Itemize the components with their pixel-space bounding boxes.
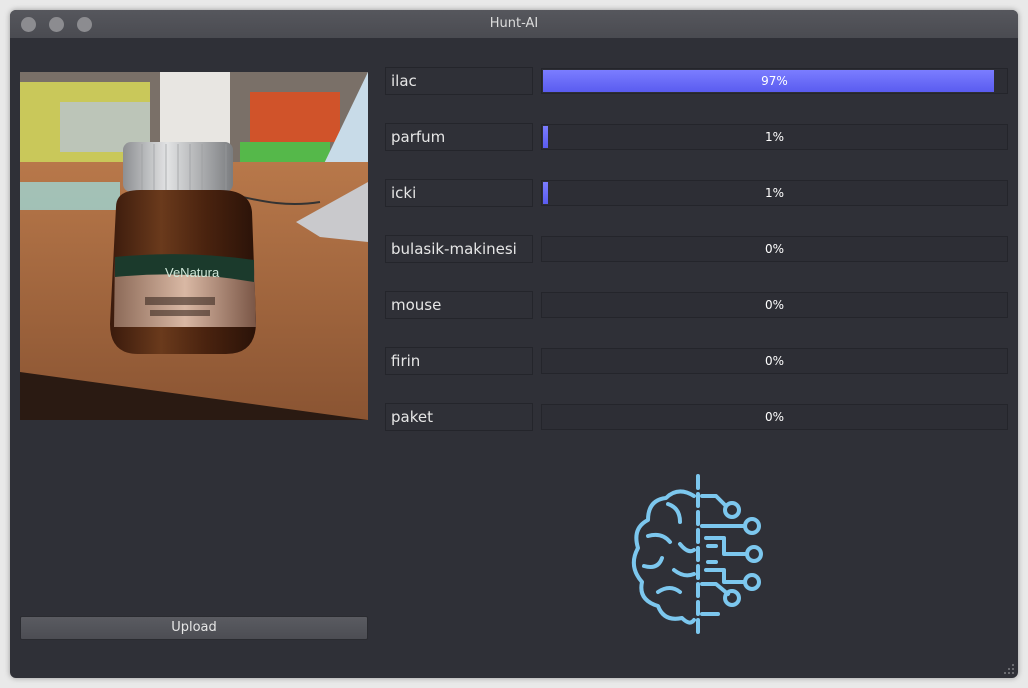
progress-percent: 1%	[764, 130, 785, 144]
prediction-label: mouse	[385, 291, 533, 319]
progress-percent: 0%	[764, 354, 785, 368]
uploaded-image: VeNatura	[20, 72, 368, 420]
progress-bar: 97%	[541, 68, 1008, 94]
prediction-label: firin	[385, 347, 533, 375]
app-window: Hunt-AI VeNatura ilac 97% parfum 1% icki…	[10, 10, 1018, 678]
resize-grip-icon[interactable]	[1003, 663, 1015, 675]
prediction-label: parfum	[385, 123, 533, 151]
progress-percent: 1%	[764, 186, 785, 200]
title-bar[interactable]: Hunt-AI	[10, 10, 1018, 38]
bottle-brand: VeNatura	[165, 265, 220, 280]
prediction-label: icki	[385, 179, 533, 207]
progress-bar: 0%	[541, 404, 1008, 430]
prediction-label: bulasik-makinesi	[385, 235, 533, 263]
ai-brain-icon	[628, 474, 768, 638]
upload-button[interactable]: Upload	[20, 616, 368, 640]
prediction-label: ilac	[385, 67, 533, 95]
progress-bar: 0%	[541, 348, 1008, 374]
progress-bar: 1%	[541, 180, 1008, 206]
window-title: Hunt-AI	[489, 16, 539, 31]
progress-percent: 0%	[764, 410, 785, 424]
prediction-label: paket	[385, 403, 533, 431]
progress-bar: 1%	[541, 124, 1008, 150]
progress-percent: 0%	[764, 242, 785, 256]
progress-bar: 0%	[541, 236, 1008, 262]
progress-percent: 0%	[764, 298, 785, 312]
progress-percent: 97%	[761, 74, 788, 88]
progress-bar: 0%	[541, 292, 1008, 318]
